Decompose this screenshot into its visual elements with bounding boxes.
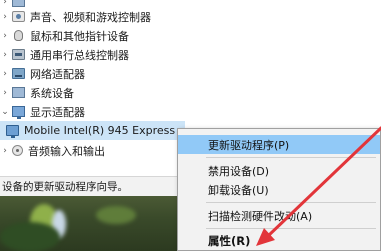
tree-row-system-devices[interactable]: › 系统设备 <box>0 83 74 102</box>
usb-controller-icon <box>12 49 25 60</box>
chevron-right-icon[interactable]: › <box>0 50 10 60</box>
chevron-right-icon[interactable]: › <box>0 146 10 156</box>
menu-item-label: 属性(R) <box>208 233 251 248</box>
menu-item-label: 禁用设备(D) <box>208 164 270 178</box>
desktop-blob <box>96 206 136 224</box>
menu-item-label: 更新驱动程序(P) <box>208 138 290 152</box>
tree-row-label: 声音、视频和游戏控制器 <box>30 10 151 24</box>
device-context-menu: 更新驱动程序(P) 禁用设备(D) 卸载设备(U) 扫描检测硬件改动(A) 属性… <box>177 128 381 251</box>
menu-properties[interactable]: 属性(R) <box>178 231 380 250</box>
tree-row-label: 音频输入和输出 <box>28 144 105 158</box>
mouse-icon <box>14 30 23 41</box>
menu-separator <box>206 157 376 158</box>
audio-device-icon <box>12 145 23 156</box>
tree-row-usb-controllers[interactable]: › 通用串行总线控制器 <box>0 45 129 64</box>
desktop-blob <box>0 222 60 251</box>
tree-row-label: 鼠标和其他指针设备 <box>30 29 129 43</box>
chevron-right-icon[interactable]: › <box>0 0 10 7</box>
chevron-down-icon[interactable]: ⌄ <box>0 107 10 117</box>
tree-row-label: 通用串行总线控制器 <box>30 48 129 62</box>
menu-update-driver[interactable]: 更新驱动程序(P) <box>178 135 380 154</box>
menu-separator <box>206 228 376 229</box>
status-text: 设备的更新驱动程序向导。 <box>2 181 128 193</box>
tree-row-display-adapters[interactable]: ⌄ 显示适配器 <box>0 102 85 121</box>
device-category-icon <box>12 0 25 7</box>
tree-row-network-adapters[interactable]: › 网络适配器 <box>0 64 85 83</box>
network-adapter-icon <box>12 68 25 79</box>
tree-row-sound-controllers[interactable]: › 声音、视频和游戏控制器 <box>0 7 151 26</box>
menu-separator <box>206 202 376 203</box>
menu-disable-device[interactable]: 禁用设备(D) <box>178 161 380 180</box>
chevron-right-icon[interactable]: › <box>0 88 10 98</box>
selected-device-label: Mobile Intel(R) 945 Express <box>24 124 176 137</box>
tree-row-mice[interactable]: › 鼠标和其他指针设备 <box>0 26 129 45</box>
menu-uninstall-device[interactable]: 卸载设备(U) <box>178 180 380 199</box>
chevron-right-icon[interactable]: › <box>0 12 10 22</box>
tree-row-label: 系统设备 <box>30 86 74 100</box>
chevron-right-icon[interactable]: › <box>0 69 10 79</box>
chevron-right-icon[interactable]: › <box>0 31 10 41</box>
menu-item-label: 扫描检测硬件改动(A) <box>208 209 313 223</box>
menu-scan-hardware-changes[interactable]: 扫描检测硬件改动(A) <box>178 206 380 225</box>
system-device-icon <box>12 87 25 98</box>
tree-row-label: 网络适配器 <box>30 67 85 81</box>
monitor-icon <box>6 125 19 138</box>
tree-row-selected-device[interactable]: Mobile Intel(R) 945 Express <box>0 121 185 140</box>
sound-device-icon <box>12 11 25 22</box>
tree-row-label: 显示适配器 <box>30 105 85 119</box>
menu-item-label: 卸载设备(U) <box>208 183 269 197</box>
tree-row-audio-io[interactable]: › 音频输入和输出 <box>0 141 105 160</box>
display-adapter-icon <box>12 106 25 119</box>
